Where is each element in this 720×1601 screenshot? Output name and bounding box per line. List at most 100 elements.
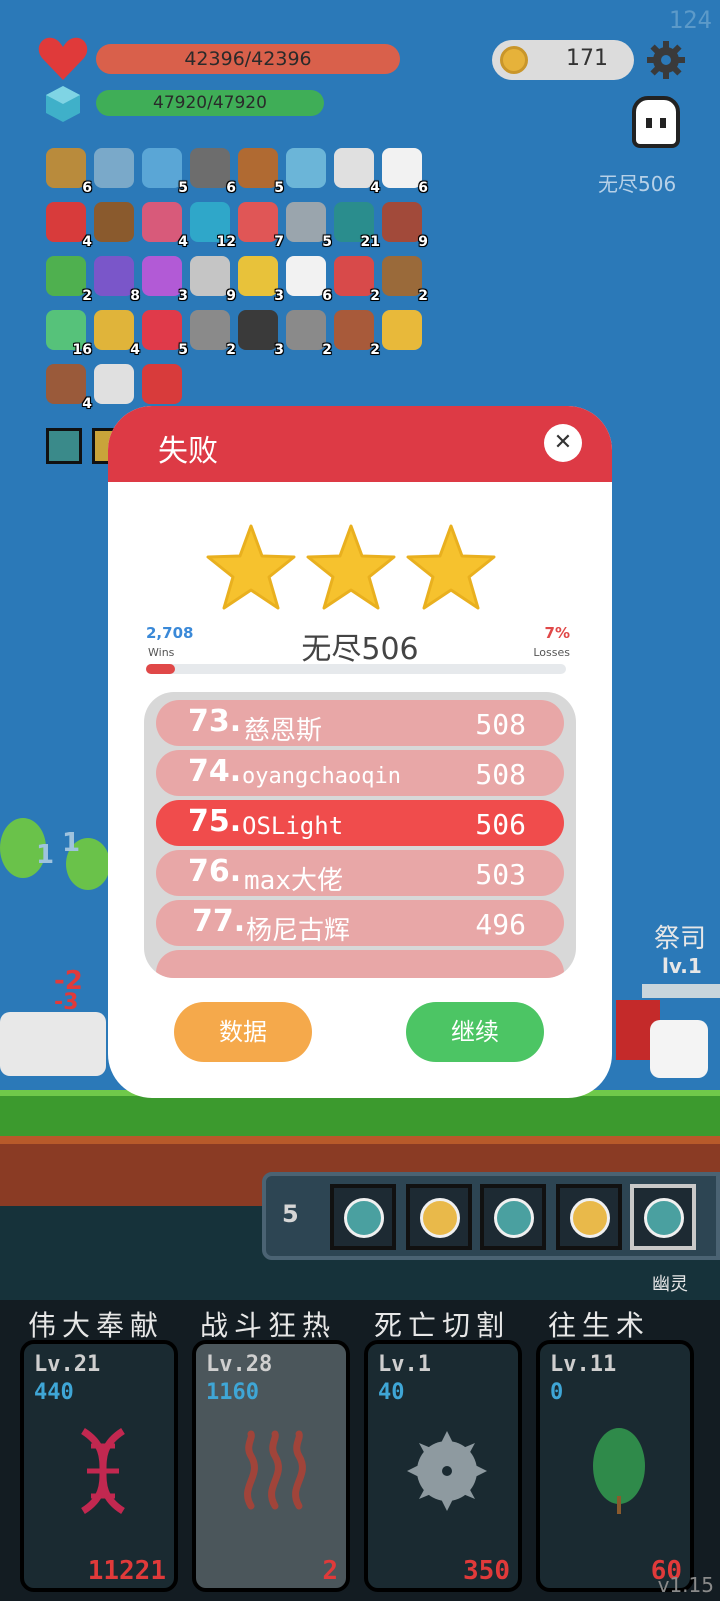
sword-icon[interactable]: 2 <box>382 256 428 304</box>
potion-slot-selected[interactable] <box>630 1184 696 1250</box>
version-label: v1.15 <box>657 1573 714 1597</box>
chest-icon[interactable] <box>94 202 134 242</box>
skill-card[interactable]: Lv.28 1160 2 <box>192 1340 350 1592</box>
player-name: max大佬 <box>244 866 343 896</box>
green-potion-icon[interactable]: 16 <box>46 310 92 358</box>
mask-icon[interactable] <box>286 148 326 188</box>
relic-count: 5 <box>178 342 188 358</box>
mana-gem-icon <box>46 86 80 122</box>
jar-icon[interactable]: 4 <box>142 202 188 250</box>
relic-count: 4 <box>178 234 188 250</box>
mana-bar: 47920/47920 <box>96 90 324 116</box>
ghost-icon[interactable]: 6 <box>286 256 332 304</box>
player-score: 508 <box>475 758 526 791</box>
leaderboard-row-current: 75. OSLight 506 <box>156 800 564 846</box>
dice-icon[interactable]: 6 <box>382 148 428 196</box>
door-icon[interactable]: 9 <box>382 202 428 250</box>
envelope-icon[interactable]: 4 <box>334 148 380 196</box>
relic-count: 4 <box>82 234 92 250</box>
shield-icon[interactable]: 2 <box>334 256 380 304</box>
relic-count: 6 <box>418 180 428 196</box>
priest-level: lv.1 <box>662 954 702 978</box>
relic-count: 8 <box>130 288 140 304</box>
continue-button[interactable]: 继续 <box>406 1002 544 1062</box>
skill-card[interactable]: Lv.21 440 11221 <box>20 1340 178 1592</box>
book-icon[interactable]: 6 <box>46 148 92 196</box>
gear-icon[interactable] <box>646 40 686 80</box>
cake-icon[interactable]: 4 <box>46 364 92 412</box>
fish-icon[interactable]: 9 <box>190 256 236 304</box>
potion-tray: 5 <box>262 1172 720 1260</box>
leaderboard-row: 73. 慈恩斯 508 <box>156 700 564 746</box>
skill-cost: 440 <box>34 1380 74 1405</box>
player-name: OSLight <box>242 812 344 840</box>
wand-icon[interactable]: 3 <box>238 256 284 304</box>
pill-icon[interactable]: 7 <box>238 202 284 250</box>
relic-count: 5 <box>274 180 284 196</box>
pig-icon[interactable]: 3 <box>238 310 284 358</box>
skill-card[interactable]: Lv.1 40 350 <box>364 1340 522 1592</box>
losses-value: 7% <box>544 624 570 642</box>
relic-count: 21 <box>360 234 380 250</box>
crystal-ball-icon[interactable]: 3 <box>142 256 188 304</box>
magnifier-icon[interactable] <box>94 148 134 188</box>
priest-sprite <box>650 1020 708 1078</box>
compass-icon[interactable]: 6 <box>190 148 236 196</box>
chat-bubble-icon[interactable]: 21 <box>334 202 380 250</box>
potion-icon <box>344 1198 384 1238</box>
sunflower-icon[interactable] <box>382 310 422 350</box>
skill-cost: 0 <box>550 1380 564 1405</box>
relic-count: 2 <box>370 288 380 304</box>
spiked-mace-icon[interactable]: 2 <box>286 310 332 358</box>
star-icon <box>206 524 296 610</box>
data-button[interactable]: 数据 <box>174 1002 312 1062</box>
relic-count: 2 <box>418 288 428 304</box>
gem-icon[interactable]: 12 <box>190 202 236 250</box>
hearts-icon[interactable] <box>142 364 182 404</box>
potion-slot[interactable] <box>480 1184 546 1250</box>
potion-slot[interactable] <box>406 1184 472 1250</box>
relic-count: 3 <box>274 288 284 304</box>
losses-label: Losses <box>533 646 570 659</box>
relic-count: 4 <box>130 342 140 358</box>
player-score: 496 <box>475 908 526 941</box>
round-shield-icon[interactable]: 2 <box>334 310 380 358</box>
saw-blade-icon <box>407 1431 487 1511</box>
progress-fill <box>146 664 176 674</box>
damage-number: 1 <box>36 840 55 870</box>
skill-cost: 1160 <box>206 1380 259 1405</box>
skill-name: 死亡切割 <box>374 1309 511 1342</box>
potion-flask-icon[interactable]: 5 <box>142 148 188 196</box>
potion-slot[interactable] <box>330 1184 396 1250</box>
skill-card[interactable]: Lv.11 0 60 <box>536 1340 694 1592</box>
watermelon-icon[interactable]: 2 <box>46 256 92 304</box>
rank-number: 75. <box>188 804 242 839</box>
axe-icon[interactable]: 5 <box>286 202 332 250</box>
meteor-icon[interactable]: 2 <box>190 310 236 358</box>
potion-slot[interactable] <box>556 1184 622 1250</box>
ghost-mode-button[interactable] <box>632 96 680 148</box>
potion-count: 5 <box>282 1200 299 1228</box>
relic-count: 2 <box>226 342 236 358</box>
relic-count: 2 <box>370 342 380 358</box>
rank-number: 77. <box>192 904 246 939</box>
crossbow-icon[interactable]: 5 <box>238 148 284 196</box>
leaf-icon <box>593 1428 645 1514</box>
strawberry-icon[interactable]: 5 <box>142 310 188 358</box>
hook-icon[interactable] <box>94 364 134 404</box>
skill-name: 伟大奉献 <box>28 1309 165 1342</box>
skill-level: Lv.21 <box>34 1352 101 1377</box>
ring-icon[interactable]: 4 <box>94 310 140 358</box>
leaderboard-row: 74. oyangchaoqin 508 <box>156 750 564 796</box>
relic-count: 2 <box>322 342 332 358</box>
relic-count: 4 <box>370 180 380 196</box>
player-score: 508 <box>475 708 526 741</box>
skill-count: 11221 <box>87 1556 166 1586</box>
leaderboard[interactable]: 73. 慈恩斯 508 74. oyangchaoqin 508 75. OSL… <box>144 692 576 978</box>
heat-waves-icon <box>244 1430 306 1510</box>
skill-cost: 40 <box>378 1380 405 1405</box>
close-button[interactable]: ✕ <box>544 424 582 462</box>
apple-icon[interactable]: 4 <box>46 202 92 250</box>
magic-box-icon[interactable]: 8 <box>94 256 140 304</box>
relic-count: 6 <box>226 180 236 196</box>
